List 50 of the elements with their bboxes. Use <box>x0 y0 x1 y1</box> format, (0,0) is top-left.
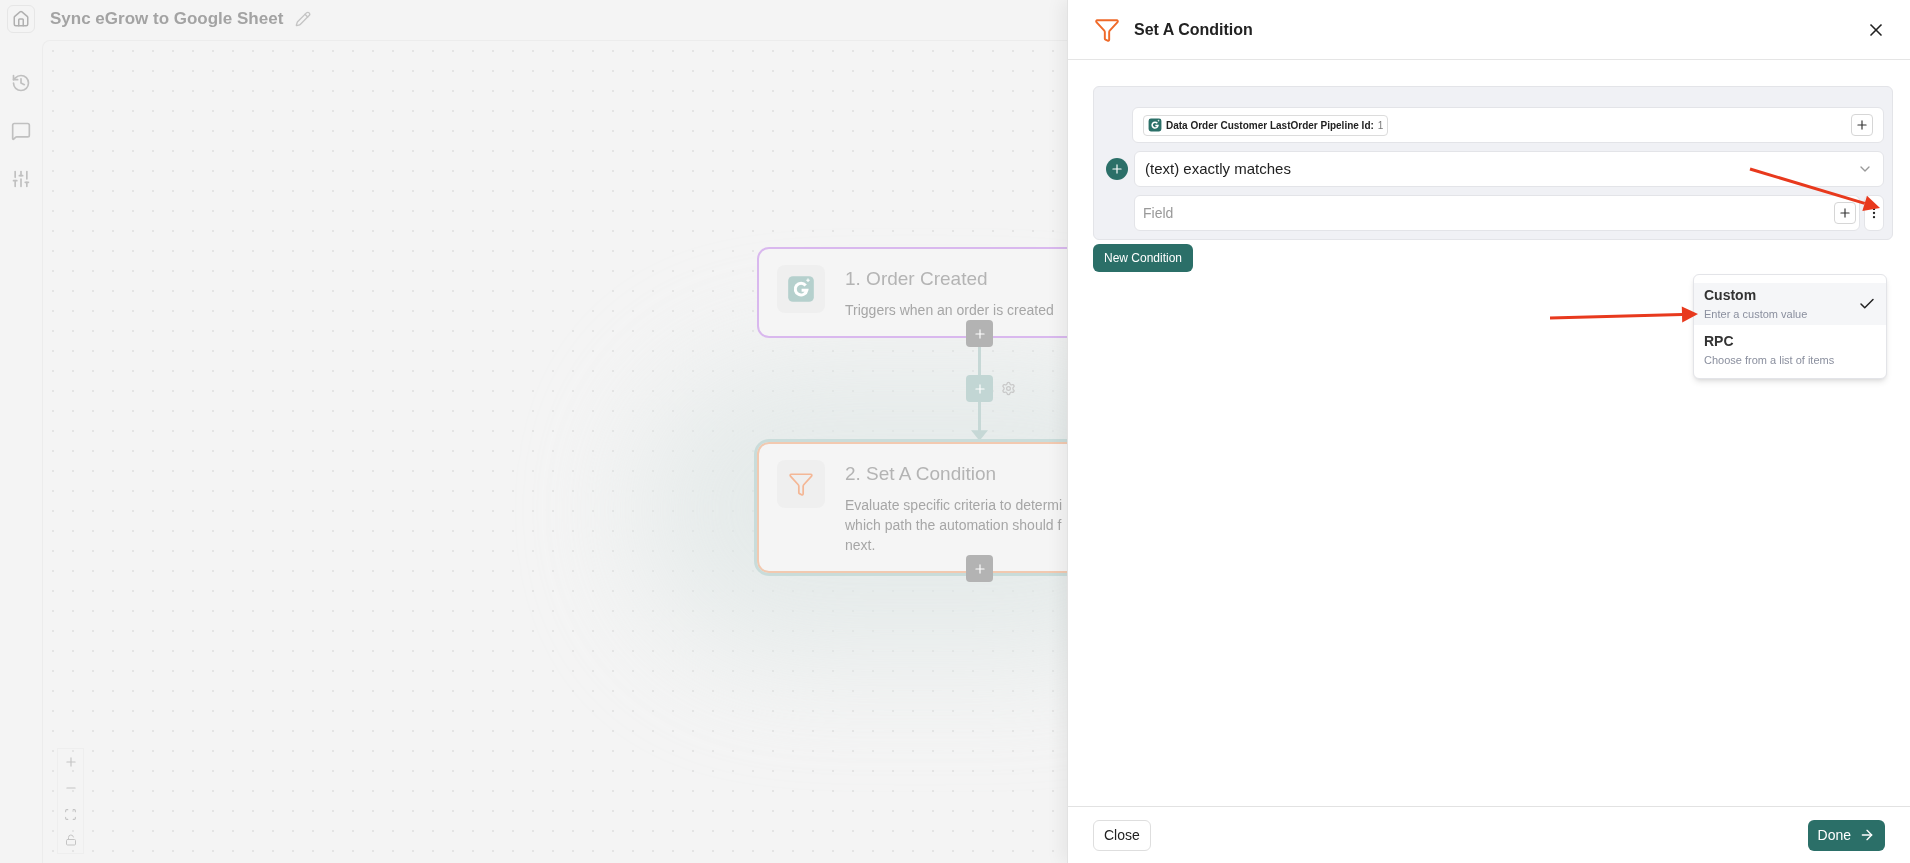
logo-icon <box>787 275 815 303</box>
plus-icon <box>1838 206 1852 220</box>
node-description: next. <box>845 535 877 555</box>
node-description: Triggers when an order is created <box>845 300 1054 320</box>
node-description: which path the automation should f <box>845 515 1063 535</box>
menu-item-label: Custom <box>1704 286 1758 305</box>
comment-icon[interactable] <box>11 121 31 141</box>
plus-icon <box>63 755 78 769</box>
lock-icon <box>64 834 77 846</box>
field-input[interactable]: Data Order Customer LastOrder Pipeline Id: 1 <box>1132 107 1884 143</box>
home-button[interactable] <box>7 5 35 33</box>
fit-view-icon <box>64 807 77 821</box>
plus-icon <box>972 326 987 341</box>
plus-icon <box>972 561 987 576</box>
node-description: Evaluate specific criteria to determi <box>845 495 1063 515</box>
filter-icon <box>1094 16 1120 43</box>
insert-button[interactable] <box>1834 202 1856 224</box>
plus-icon <box>1110 162 1124 176</box>
insert-button[interactable] <box>1851 114 1873 136</box>
add-step-button[interactable] <box>966 555 993 582</box>
settings-icon[interactable] <box>1001 381 1016 396</box>
token-label: Data Order Customer LastOrder Pipeline Id: <box>1166 118 1374 133</box>
value-field[interactable]: Field <box>1134 195 1860 231</box>
token-value: 1 <box>1377 118 1384 133</box>
sliders-icon[interactable] <box>11 169 31 189</box>
plus-icon <box>1855 118 1869 132</box>
menu-item[interactable]: RPC Choose from a list of items <box>1694 328 1886 370</box>
menu-item[interactable]: Custom Enter a custom value <box>1694 283 1886 325</box>
history-icon[interactable] <box>11 73 31 93</box>
menu-item-hint: Enter a custom value <box>1704 307 1808 322</box>
menu-item-label: RPC <box>1704 331 1735 351</box>
arrow-right-icon <box>1859 827 1875 843</box>
node-title: 1. Order Created <box>845 267 989 291</box>
operator-select[interactable]: (text) exactly matches <box>1134 151 1884 187</box>
data-token[interactable]: Data Order Customer LastOrder Pipeline Id: 1 <box>1143 114 1389 136</box>
filter-icon <box>788 471 814 497</box>
home-icon <box>12 10 30 28</box>
menu-item-hint: Choose from a list of items <box>1704 352 1835 368</box>
new-condition-button[interactable]: New Condition <box>1093 244 1194 272</box>
node-title: 2. Set A Condition <box>845 462 998 486</box>
add-step-button[interactable] <box>966 320 993 347</box>
workflow-title: Sync eGrow to Google Sheet <box>50 8 284 30</box>
logo-icon <box>1148 118 1162 132</box>
close-button[interactable]: Close <box>1093 819 1151 851</box>
plus-icon <box>972 381 987 396</box>
edit-icon[interactable] <box>295 10 312 27</box>
add-button[interactable] <box>1106 158 1128 180</box>
panel-title: Set A Condition <box>1134 19 1253 40</box>
add-step-button[interactable] <box>966 375 993 402</box>
done-button[interactable]: Done <box>1807 819 1885 851</box>
